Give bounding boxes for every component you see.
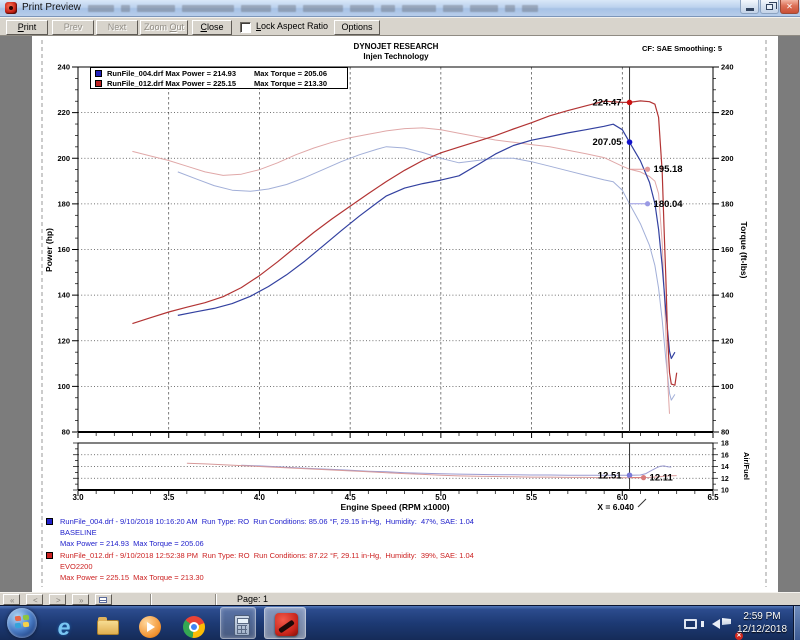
- taskbar: e ✕ 2:59 PM 12/12/2018: [0, 605, 800, 640]
- evo-run-conditions: RunFile_012.drf - 9/10/2018 12:52:38 PM …: [60, 551, 474, 560]
- legend-baseline-torque: Max Torque = 205.06: [254, 69, 327, 78]
- close-window-button[interactable]: ✕: [780, 0, 799, 14]
- legend-evo-power: RunFile_012.drf Max Power = 225.15: [107, 79, 236, 88]
- restore-icon: [766, 4, 773, 10]
- screen: Print Preview ✕ Print Prev Next Zoom Out…: [0, 0, 800, 640]
- winpep-app-icon: [274, 612, 298, 636]
- chart-title: DYNOJET RESEARCH: [250, 42, 542, 51]
- baseline-run-name: BASELINE: [60, 528, 97, 537]
- clock-date: 12/12/2018: [733, 623, 791, 636]
- baseline-run-conditions: RunFile_004.drf - 9/10/2018 10:16:20 AM …: [60, 517, 474, 526]
- baseline-run-max: Max Power = 214.93 Max Torque = 205.06: [60, 539, 204, 548]
- grid-icon: [99, 597, 107, 603]
- media-player-icon[interactable]: [138, 615, 162, 639]
- next-button[interactable]: Next: [96, 20, 138, 35]
- title-bar: Print Preview ✕: [0, 0, 800, 17]
- page-number-label: Page: 1: [237, 594, 268, 604]
- dyno-app-taskbar-button[interactable]: [264, 607, 306, 639]
- start-button[interactable]: [7, 608, 37, 638]
- legend-evo-torque: Max Torque = 213.30: [254, 79, 327, 88]
- evo-run-swatch: [46, 552, 53, 559]
- windows-flag-icon: [23, 622, 29, 628]
- baseline-color-swatch: [95, 70, 102, 77]
- evo-run-max: Max Power = 225.15 Max Torque = 213.30: [60, 573, 204, 582]
- first-page-button[interactable]: «: [3, 594, 20, 605]
- minimize-button[interactable]: [740, 0, 759, 14]
- legend-row-evo: RunFile_012.drf Max Power = 225.15 Max T…: [91, 78, 347, 88]
- baseline-run-swatch: [46, 518, 53, 525]
- internet-explorer-icon[interactable]: e: [52, 615, 76, 639]
- legend-row-baseline: RunFile_004.drf Max Power = 214.93 Max T…: [91, 68, 347, 78]
- lock-aspect-ratio-label: Lock Aspect Ratio: [256, 21, 328, 31]
- evo-run-name: EVO2200: [60, 562, 93, 571]
- options-button[interactable]: Options: [334, 20, 380, 35]
- page-layout-button[interactable]: [95, 594, 112, 605]
- window-title: Print Preview: [22, 2, 81, 13]
- action-center-flag-icon[interactable]: ✕: [722, 618, 731, 625]
- windows-flag-icon: [23, 615, 29, 621]
- last-page-button[interactable]: »: [72, 594, 89, 605]
- correction-factor-label: CF: SAE Smoothing: 5: [560, 44, 722, 53]
- statusbar-separator: [150, 594, 152, 605]
- prev-page-button[interactable]: <: [26, 594, 43, 605]
- preview-page: [32, 36, 778, 592]
- calculator-taskbar-button[interactable]: [220, 607, 256, 639]
- next-page-button[interactable]: >: [49, 594, 66, 605]
- zoom-out-button[interactable]: Zoom Out: [140, 20, 188, 35]
- restore-button[interactable]: [760, 0, 779, 14]
- app-icon: [5, 2, 17, 14]
- prev-button[interactable]: Prev: [52, 20, 94, 35]
- minimize-icon: [746, 8, 754, 11]
- network-tray-icon[interactable]: [684, 619, 697, 629]
- taskbar-clock[interactable]: 2:59 PM 12/12/2018: [733, 610, 791, 636]
- chart-legend: RunFile_004.drf Max Power = 214.93 Max T…: [90, 67, 348, 89]
- clock-time: 2:59 PM: [733, 610, 791, 623]
- chart-subtitle: Injen Technology: [250, 52, 542, 61]
- statusbar-separator: [215, 594, 217, 605]
- windows-flag-icon: [15, 623, 21, 629]
- evo-color-swatch: [95, 80, 102, 87]
- chrome-icon[interactable]: [182, 615, 206, 639]
- toolbar: Print Prev Next Zoom Out Close Lock Aspe…: [0, 17, 800, 36]
- lock-aspect-ratio-checkbox[interactable]: [240, 22, 251, 33]
- print-button[interactable]: Print: [6, 20, 48, 35]
- legend-baseline-power: RunFile_004.drf Max Power = 214.93: [107, 69, 236, 78]
- status-bar: « < > » Page: 1: [0, 592, 800, 605]
- volume-tray-icon[interactable]: [712, 619, 720, 629]
- show-desktop-button[interactable]: [793, 606, 800, 640]
- windows-flag-icon: [15, 616, 21, 622]
- file-explorer-icon[interactable]: [96, 615, 120, 639]
- close-button[interactable]: Close: [192, 20, 232, 35]
- calculator-icon: [230, 613, 254, 637]
